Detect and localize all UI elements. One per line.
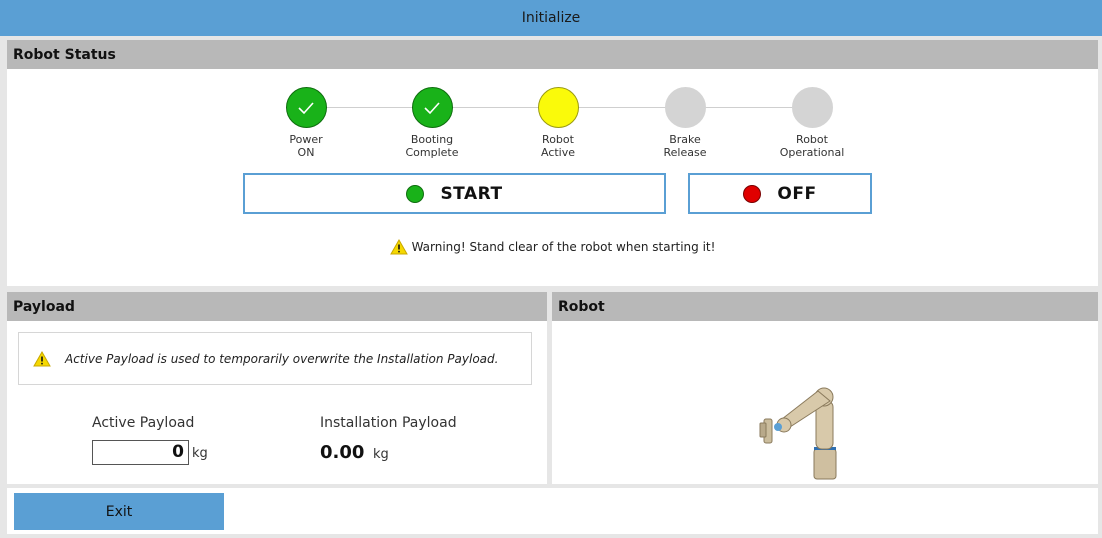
red-dot-icon — [743, 184, 762, 203]
installation-payload-unit: kg — [373, 447, 389, 462]
step-robot-active: Robot Active — [508, 87, 608, 159]
status-indicator-icon — [791, 87, 833, 128]
installation-payload-value: 0.00 — [320, 442, 365, 463]
robot-arm-icon — [759, 387, 837, 480]
installation-payload-label: Installation Payload — [320, 415, 457, 431]
start-button-label: START — [440, 183, 503, 204]
step-label-line1: Booting — [410, 133, 454, 146]
robot-view — [552, 321, 1098, 484]
warning-icon — [389, 238, 408, 255]
off-button[interactable]: OFF — [688, 173, 872, 214]
step-label-line1: Power — [289, 133, 323, 146]
active-payload-unit: kg — [192, 446, 208, 461]
status-indicator-icon — [537, 87, 579, 128]
robot-status-panel: Robot Status Power ON Booting Complete Rob… — [7, 40, 1098, 286]
check-icon — [411, 87, 453, 128]
payload-header: Payload — [7, 292, 547, 321]
payload-notice-text: Active Payload is used to temporarily ov… — [65, 351, 499, 366]
step-label-line2: Active — [540, 146, 576, 159]
check-icon — [285, 87, 327, 128]
step-label-line2: Operational — [779, 146, 845, 159]
window-title: Initialize — [521, 10, 581, 26]
status-indicator-icon — [664, 87, 706, 128]
warning-icon — [33, 350, 51, 367]
robot-panel: Robot — [552, 292, 1098, 484]
start-button[interactable]: START — [243, 173, 666, 214]
step-power-on: Power ON — [256, 87, 356, 159]
step-label-line1: Robot — [796, 133, 828, 146]
step-label-line2: ON — [297, 146, 315, 159]
green-dot-icon — [406, 184, 425, 203]
bottom-bar: Exit — [7, 488, 1098, 534]
robot-header: Robot — [552, 292, 1098, 321]
off-button-label: OFF — [777, 183, 817, 204]
step-brake-release: Brake Release — [635, 87, 735, 159]
step-robot-operational: Robot Operational — [762, 87, 862, 159]
start-warning: Warning! Stand clear of the robot when s… — [7, 238, 1098, 255]
window-title-bar: Initialize — [0, 0, 1102, 36]
warning-text: Warning! Stand clear of the robot when s… — [411, 240, 716, 254]
step-label-line1: Brake — [669, 133, 701, 146]
step-label-line2: Complete — [405, 146, 459, 159]
step-label-line1: Robot — [542, 133, 574, 146]
active-payload-label: Active Payload — [92, 415, 195, 431]
active-payload-input[interactable]: 0 — [92, 440, 189, 465]
payload-panel: Payload Active Payload is used to tempor… — [7, 292, 547, 484]
exit-button[interactable]: Exit — [14, 493, 224, 530]
step-booting-complete: Booting Complete — [382, 87, 482, 159]
step-label-line2: Release — [663, 146, 707, 159]
payload-notice: Active Payload is used to temporarily ov… — [18, 332, 532, 385]
robot-status-header: Robot Status — [7, 40, 1098, 69]
boot-steps: Power ON Booting Complete Robot Active Brak… — [7, 69, 1098, 169]
